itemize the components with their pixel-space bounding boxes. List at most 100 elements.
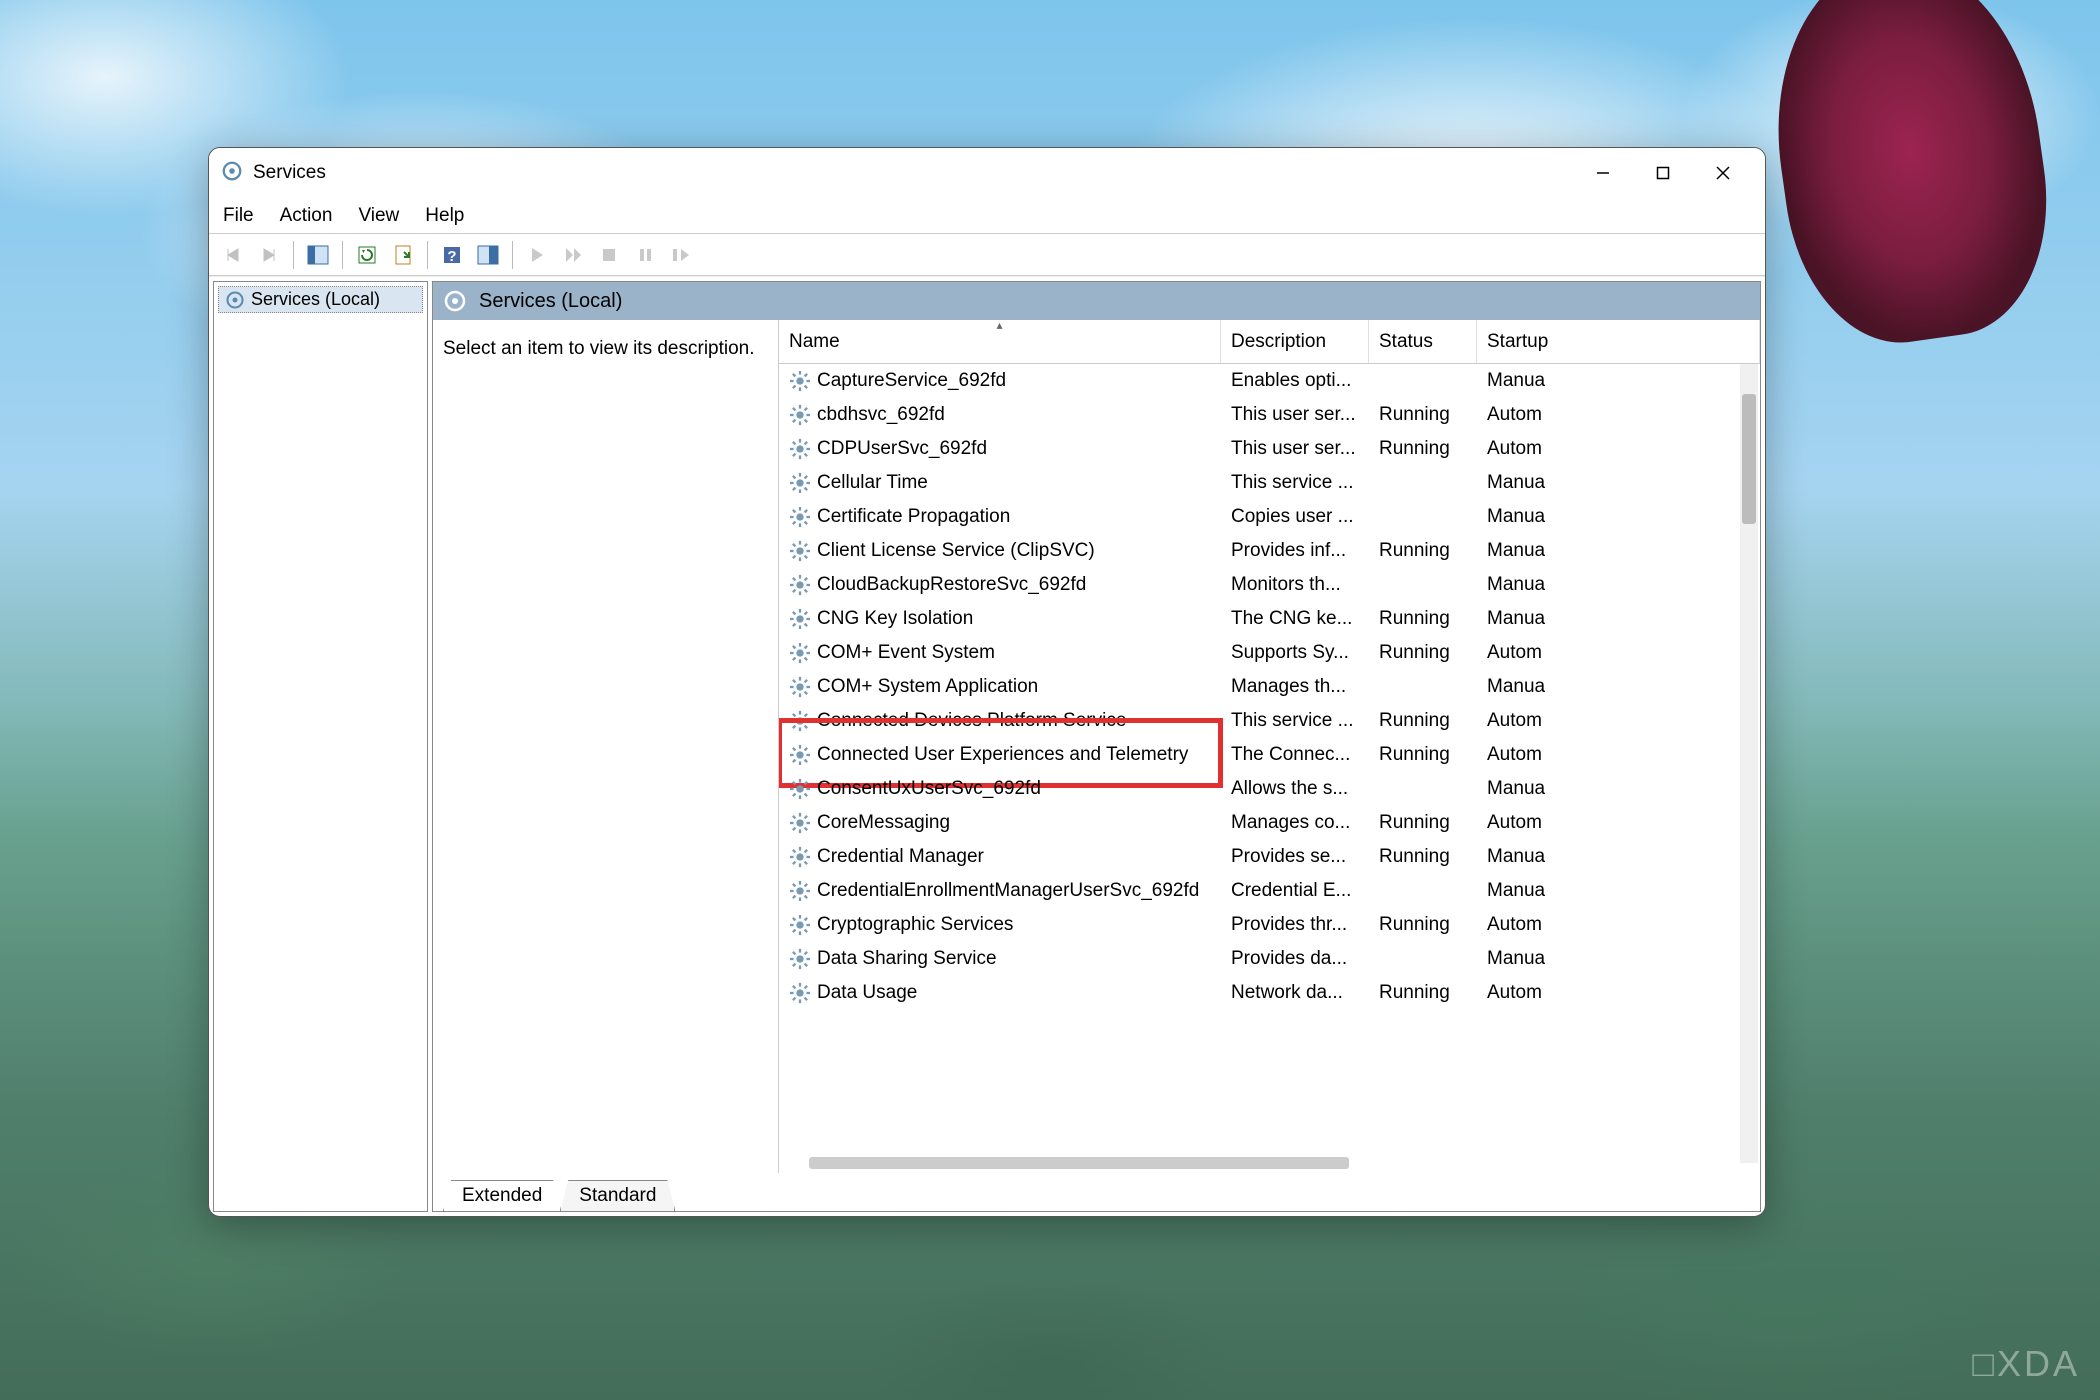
service-row[interactable]: CaptureService_692fdEnables opti...Manua — [779, 364, 1760, 398]
nav-back-button[interactable] — [217, 239, 249, 271]
tree-root-item[interactable]: Services (Local) — [218, 286, 423, 313]
export-list-button[interactable] — [387, 239, 419, 271]
col-header-name[interactable]: ▴ Name — [779, 320, 1221, 363]
service-name: COM+ System Application — [817, 676, 1038, 698]
service-status: Running — [1369, 846, 1477, 868]
service-row[interactable]: COM+ System ApplicationManages th...Manu… — [779, 670, 1760, 704]
service-row[interactable]: Data Sharing ServiceProvides da...Manua — [779, 942, 1760, 976]
col-header-description[interactable]: Description — [1221, 320, 1369, 363]
maximize-button[interactable] — [1633, 153, 1693, 193]
services-list[interactable]: ▴ Name Description Status Startup Captur… — [779, 320, 1760, 1173]
menu-view[interactable]: View — [358, 205, 399, 227]
service-startup: Manua — [1477, 574, 1760, 596]
service-description: This user ser... — [1221, 404, 1369, 426]
separator — [427, 241, 428, 269]
menu-help[interactable]: Help — [425, 205, 464, 227]
service-row[interactable]: Certificate PropagationCopies user ...Ma… — [779, 500, 1760, 534]
description-prompt: Select an item to view its description. — [443, 338, 755, 359]
service-description: Manages co... — [1221, 812, 1369, 834]
column-headers: ▴ Name Description Status Startup — [779, 320, 1760, 364]
svg-text:?: ? — [447, 248, 456, 265]
service-description: Manages th... — [1221, 676, 1369, 698]
service-row[interactable]: CNG Key IsolationThe CNG ke...RunningMan… — [779, 602, 1760, 636]
gear-icon — [789, 778, 811, 800]
service-row[interactable]: CloudBackupRestoreSvc_692fd Monitors th..… — [779, 568, 1760, 602]
help-button[interactable]: ? — [436, 239, 468, 271]
service-description: Copies user ... — [1221, 506, 1369, 528]
pause-service-button[interactable] — [629, 239, 661, 271]
service-description: Provides thr... — [1221, 914, 1369, 936]
service-description: Monitors th... — [1221, 574, 1369, 596]
properties-button[interactable] — [472, 239, 504, 271]
details-header: Services (Local) — [433, 282, 1760, 320]
gear-icon — [789, 846, 811, 868]
service-row[interactable]: ConsentUxUserSvc_692fdAllows the s...Man… — [779, 772, 1760, 806]
nav-forward-button[interactable] — [253, 239, 285, 271]
close-button[interactable] — [1693, 153, 1753, 193]
restart-service-button[interactable] — [557, 239, 589, 271]
scrollbar-thumb[interactable] — [1742, 394, 1756, 524]
service-status: Running — [1369, 982, 1477, 1004]
watermark: □XDA — [1972, 1343, 2080, 1385]
tab-standard[interactable]: Standard — [560, 1180, 675, 1211]
service-row[interactable]: Client License Service (ClipSVC)Provides… — [779, 534, 1760, 568]
service-description: The Connec... — [1221, 744, 1369, 766]
service-name: cbdhsvc_692fd — [817, 404, 945, 426]
service-row[interactable]: Cellular TimeThis service ...Manua — [779, 466, 1760, 500]
service-startup: Manua — [1477, 948, 1760, 970]
sort-indicator-icon: ▴ — [996, 318, 1002, 332]
service-startup: Autom — [1477, 404, 1760, 426]
menu-file[interactable]: File — [223, 205, 254, 227]
titlebar[interactable]: Services — [209, 148, 1765, 198]
service-status: Running — [1369, 540, 1477, 562]
stop-service-button[interactable] — [593, 239, 625, 271]
minimize-button[interactable] — [1573, 153, 1633, 193]
service-name: Connected User Experiences and Telemetry — [817, 744, 1188, 766]
service-row[interactable]: Connected User Experiences and Telemetry… — [779, 738, 1760, 772]
resume-service-button[interactable] — [665, 239, 697, 271]
col-header-status[interactable]: Status — [1369, 320, 1477, 363]
col-header-startup[interactable]: Startup — [1477, 320, 1760, 363]
service-startup: Manua — [1477, 370, 1760, 392]
gear-icon — [789, 370, 811, 392]
menu-action[interactable]: Action — [280, 205, 333, 227]
gear-icon — [789, 744, 811, 766]
gear-icon — [225, 290, 245, 310]
vertical-scrollbar[interactable] — [1740, 364, 1758, 1163]
service-startup: Autom — [1477, 710, 1760, 732]
service-row[interactable]: CDPUserSvc_692fdThis user ser...RunningA… — [779, 432, 1760, 466]
service-description: Enables opti... — [1221, 370, 1369, 392]
service-name: CloudBackupRestoreSvc_692fd — [817, 574, 1086, 596]
service-startup: Manua — [1477, 778, 1760, 800]
service-row[interactable]: Connected Devices Platform ServiceThis s… — [779, 704, 1760, 738]
show-hide-tree-button[interactable] — [302, 239, 334, 271]
service-row[interactable]: Cryptographic Services Provides thr...Run… — [779, 908, 1760, 942]
service-status: Running — [1369, 914, 1477, 936]
view-tabs: Extended Standard — [433, 1173, 1760, 1211]
service-rows: CaptureService_692fdEnables opti...Manua… — [779, 364, 1760, 1173]
service-row[interactable]: CoreMessagingManages co...RunningAutom — [779, 806, 1760, 840]
service-row[interactable]: CredentialEnrollmentManagerUserSvc_692fd… — [779, 874, 1760, 908]
service-description: Provides inf... — [1221, 540, 1369, 562]
gear-icon — [789, 404, 811, 426]
service-row[interactable]: cbdhsvc_692fdThis user ser...RunningAuto… — [779, 398, 1760, 432]
toolbar: ? — [209, 234, 1765, 276]
service-name: CredentialEnrollmentManagerUserSvc_692fd — [817, 880, 1199, 902]
service-row[interactable]: COM+ Event SystemSupports Sy...RunningAu… — [779, 636, 1760, 670]
gear-icon — [789, 710, 811, 732]
horizontal-scrollbar[interactable] — [809, 1157, 1349, 1169]
refresh-button[interactable] — [351, 239, 383, 271]
start-service-button[interactable] — [521, 239, 553, 271]
service-description: This user ser... — [1221, 438, 1369, 460]
service-name: Cryptographic Services — [817, 914, 1013, 936]
details-header-label: Services (Local) — [479, 290, 622, 313]
service-description: This service ... — [1221, 472, 1369, 494]
service-row[interactable]: Credential ManagerProvides se...RunningM… — [779, 840, 1760, 874]
service-startup: Manua — [1477, 880, 1760, 902]
service-row[interactable]: Data UsageNetwork da...RunningAutom — [779, 976, 1760, 1010]
tab-extended[interactable]: Extended — [443, 1180, 561, 1211]
gear-icon — [789, 880, 811, 902]
service-startup: Manua — [1477, 506, 1760, 528]
console-tree[interactable]: Services (Local) — [213, 281, 428, 1212]
service-name: ConsentUxUserSvc_692fd — [817, 778, 1041, 800]
